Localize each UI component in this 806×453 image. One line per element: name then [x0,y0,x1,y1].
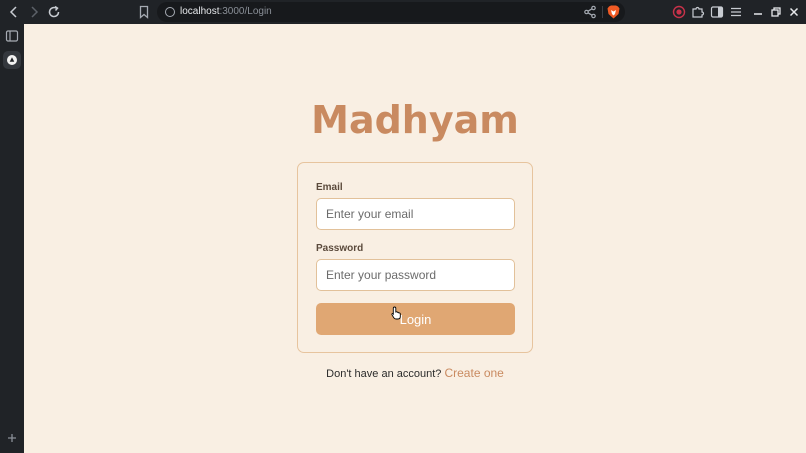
url-text[interactable]: localhost:3000/Login [180,5,272,19]
reload-icon[interactable] [46,4,62,20]
close-icon[interactable] [786,4,802,20]
login-button[interactable]: Login [316,303,515,335]
divider [602,6,603,18]
minimize-icon[interactable] [750,4,766,20]
signup-prompt-row: Don't have an account? Create one [24,366,806,380]
puzzle-icon[interactable] [690,4,706,20]
sidebar-icon[interactable] [709,4,725,20]
login-card: Email Password Login [297,162,533,353]
active-tab[interactable] [3,51,21,69]
new-tab-plus-icon[interactable] [5,431,19,445]
hand-pointer-cursor-icon [391,306,403,320]
address-bar[interactable]: localhost:3000/Login [157,2,625,22]
signup-prompt-text: Don't have an account? [326,368,442,380]
password-field[interactable] [316,259,515,291]
info-icon[interactable] [165,7,175,17]
browser-toolbar: localhost:3000/Login [0,0,806,24]
bookmark-icon[interactable] [136,4,152,20]
vertical-tab-strip [0,24,24,453]
url-path: :3000/Login [219,6,272,17]
brand-title: Madhyam [311,98,519,142]
chevron-right-icon[interactable] [26,4,42,20]
chevron-left-icon[interactable] [6,4,22,20]
sidebar-panel-icon[interactable] [5,29,19,43]
maximize-icon[interactable] [768,4,784,20]
login-page: Madhyam Email Password Login Don't have … [24,24,806,453]
brave-shield-icon[interactable] [607,5,620,19]
share-icon[interactable] [583,5,597,19]
url-host: localhost [180,6,220,17]
email-label: Email [316,182,343,193]
password-label: Password [316,243,364,254]
email-field[interactable] [316,198,515,230]
hamburger-menu-icon[interactable] [728,4,744,20]
create-account-link[interactable]: Create one [444,366,503,380]
record-icon[interactable] [671,4,687,20]
